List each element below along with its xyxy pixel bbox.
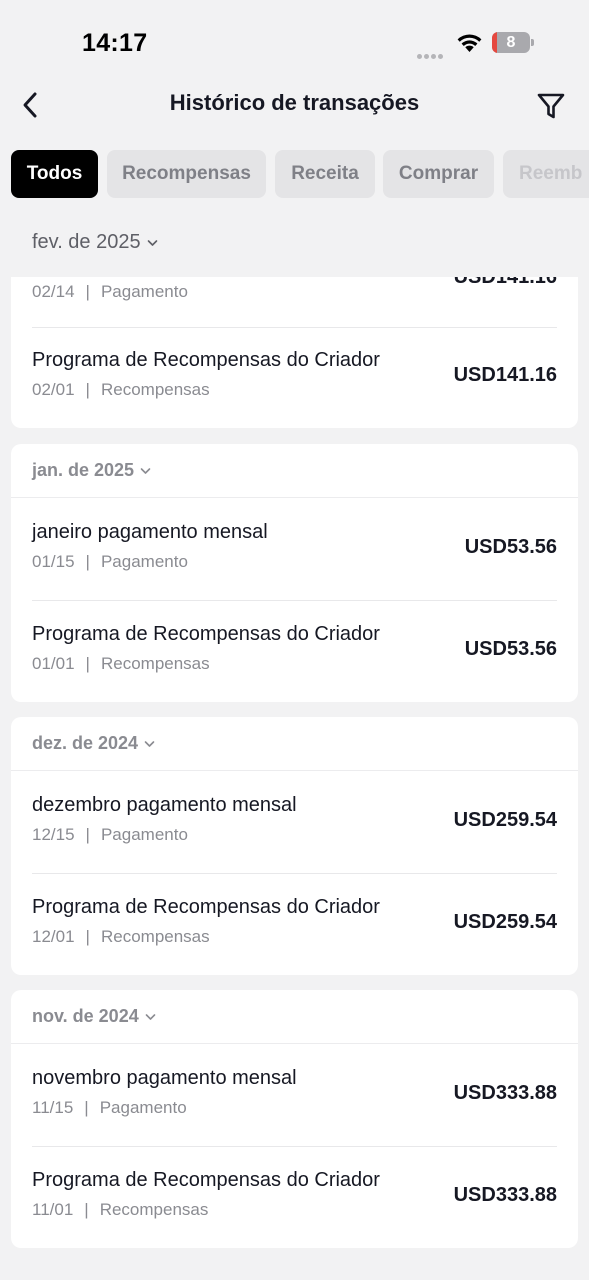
filter-button[interactable] xyxy=(533,88,569,124)
transaction-category: Recompensas xyxy=(100,927,210,946)
transaction-title: Programa de Recompensas do Criador xyxy=(32,896,380,918)
tab-recompensas[interactable]: Recompensas xyxy=(107,150,266,198)
chevron-down-icon xyxy=(147,239,157,246)
chevron-left-icon xyxy=(23,92,37,118)
month-group-label: dez. de 2024 xyxy=(32,733,139,753)
page-title: Histórico de transações xyxy=(169,90,420,115)
month-group-label: nov. de 2024 xyxy=(32,1006,139,1026)
status-bar: 14:17 8 xyxy=(0,0,589,80)
transaction-meta: 02/01 | Recompensas xyxy=(32,380,210,399)
transaction-title: janeiro pagamento mensal xyxy=(32,521,268,543)
transaction-date: 11/15 xyxy=(32,1098,74,1117)
battery-level: 8 xyxy=(506,34,516,51)
transaction-meta: 02/14 | Pagamento xyxy=(32,282,188,301)
transaction-date: 01/15 xyxy=(32,552,75,571)
tab-todos[interactable]: Todos xyxy=(11,150,98,198)
signal-icon xyxy=(417,46,447,59)
transaction-row[interactable]: 02/14 | Pagamento USD141.16 xyxy=(32,277,557,330)
app-screen: 14:17 8 Histórico de transações Todos Re… xyxy=(0,0,589,1280)
transaction-row[interactable]: dezembro pagamento mensal 12/15 | Pagament… xyxy=(32,771,557,873)
transaction-title: Programa de Recompensas do Criador xyxy=(32,349,380,371)
filter-tabs: Todos Recompensas Receita Comprar Reemb xyxy=(11,150,589,198)
transaction-category: Recompensas xyxy=(100,380,210,399)
transaction-category: Recompensas xyxy=(99,1200,209,1219)
transaction-amount: USD259.54 xyxy=(453,809,557,831)
transaction-category: Pagamento xyxy=(99,1098,187,1117)
transaction-amount: USD333.88 xyxy=(453,1184,557,1206)
month-selector[interactable]: fev. de 2025 xyxy=(32,231,158,254)
transaction-amount: USD141.16 xyxy=(453,364,557,386)
transaction-date: 12/15 xyxy=(32,825,75,844)
transaction-row[interactable]: Programa de Recompensas do Criador 11/01… xyxy=(32,1146,557,1248)
transaction-category: Pagamento xyxy=(100,552,188,571)
wifi-icon xyxy=(457,34,482,52)
transaction-category: Pagamento xyxy=(100,282,188,301)
chevron-down-icon xyxy=(145,1013,156,1020)
month-group-header[interactable]: nov. de 2024 xyxy=(11,990,578,1044)
transaction-meta: 12/15 | Pagamento xyxy=(32,825,188,844)
transaction-group-feb-2025: 02/14 | Pagamento USD141.16 Programa de Re… xyxy=(11,277,578,428)
month-group-label: jan. de 2025 xyxy=(32,460,135,480)
transaction-date: 02/01 xyxy=(32,380,75,399)
nav-header: Histórico de transações xyxy=(0,80,589,130)
transaction-row[interactable]: Programa de Recompensas do Criador 12/01… xyxy=(32,873,557,975)
transaction-row[interactable]: Programa de Recompensas do Criador 01/01… xyxy=(32,600,557,702)
filter-icon xyxy=(537,93,565,119)
transaction-group-nov-2024: nov. de 2024 novembro pagamento mensal 1… xyxy=(11,990,578,1248)
transaction-row[interactable]: janeiro pagamento mensal 01/15 | Pagamento… xyxy=(32,498,557,600)
transaction-title: Programa de Recompensas do Criador xyxy=(32,623,380,645)
month-group-header[interactable]: dez. de 2024 xyxy=(11,717,578,771)
transaction-meta: 11/01 | Recompensas xyxy=(32,1200,209,1219)
transaction-row[interactable]: Programa de Recompensas do Criador 02/01… xyxy=(32,326,557,428)
transaction-meta: 12/01 | Recompensas xyxy=(32,927,210,946)
transaction-amount: USD53.56 xyxy=(464,638,557,660)
transaction-date: 02/14 xyxy=(32,282,75,301)
transaction-meta: 01/15 | Pagamento xyxy=(32,552,188,571)
transaction-amount: USD259.54 xyxy=(453,911,557,933)
transaction-amount: USD53.56 xyxy=(464,536,557,558)
tab-reembolso[interactable]: Reemb xyxy=(503,150,589,198)
back-button[interactable] xyxy=(14,88,48,122)
transaction-row[interactable]: novembro pagamento mensal 11/15 | Pagament… xyxy=(32,1044,557,1146)
transaction-title: dezembro pagamento mensal xyxy=(32,794,297,816)
chevron-down-icon xyxy=(140,467,151,474)
month-selector-label: fev. de 2025 xyxy=(32,231,141,253)
battery-icon: 8 xyxy=(492,32,534,53)
transaction-meta: 11/15 | Pagamento xyxy=(32,1098,187,1117)
month-group-header[interactable]: jan. de 2025 xyxy=(11,444,578,498)
tab-comprar[interactable]: Comprar xyxy=(383,150,494,198)
status-time: 14:17 xyxy=(82,29,148,57)
transaction-group-dec-2024: dez. de 2024 dezembro pagamento mensal 1… xyxy=(11,717,578,975)
transaction-title: novembro pagamento mensal xyxy=(32,1067,297,1089)
transaction-date: 12/01 xyxy=(32,927,75,946)
transaction-amount: USD333.88 xyxy=(453,1082,557,1104)
transaction-category: Recompensas xyxy=(100,654,210,673)
tab-receita[interactable]: Receita xyxy=(275,150,375,198)
chevron-down-icon xyxy=(144,740,155,747)
transaction-amount: USD141.16 xyxy=(453,277,557,288)
transaction-date: 11/01 xyxy=(32,1200,74,1219)
transaction-title: Programa de Recompensas do Criador xyxy=(32,1169,380,1191)
transaction-meta: 01/01 | Recompensas xyxy=(32,654,210,673)
transaction-date: 01/01 xyxy=(32,654,75,673)
transaction-category: Pagamento xyxy=(100,825,188,844)
transaction-group-jan-2025: jan. de 2025 janeiro pagamento mensal 01… xyxy=(11,444,578,702)
